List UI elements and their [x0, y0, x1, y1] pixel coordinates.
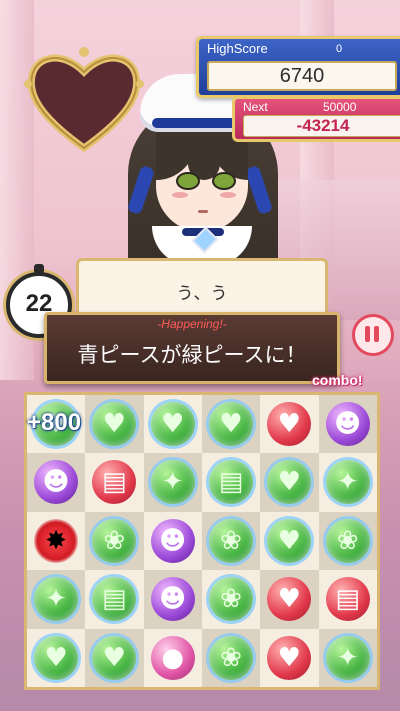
board-cell[interactable]: ☻	[318, 395, 377, 454]
board-cell[interactable]: ❀	[201, 511, 261, 571]
board-cell[interactable]: ♥	[27, 628, 86, 687]
happening-banner: -Happening!- 青ピースが緑ピースに！	[44, 312, 340, 384]
board-cell[interactable]: ✦	[318, 453, 377, 512]
board-cell[interactable]: ▤	[85, 453, 144, 512]
green-book-piece-icon[interactable]: ▤	[92, 577, 137, 622]
board-cell[interactable]: ▤	[318, 570, 377, 629]
green-bow-piece-icon[interactable]: ❀	[208, 577, 253, 622]
happening-message: 青ピースが緑ピースに！	[77, 343, 307, 367]
green-bow-piece-icon[interactable]: ❀	[92, 518, 137, 563]
purple-devil-piece-icon[interactable]: ☻	[150, 577, 195, 622]
board-cell[interactable]: ☻	[143, 570, 202, 629]
green-heart-piece-icon[interactable]: ♥	[92, 635, 137, 680]
board-cell[interactable]: ♥	[260, 453, 319, 512]
board-cell[interactable]: ❀	[85, 511, 144, 571]
board-cell[interactable]: ☻	[143, 511, 202, 571]
red-heart-piece-icon[interactable]: ♥	[267, 635, 312, 680]
character-eye	[176, 172, 200, 190]
current-score: 6740	[207, 61, 397, 91]
next-label: Next	[243, 100, 268, 114]
pink-bomb-piece-icon[interactable]: ●	[150, 635, 195, 680]
board-cell[interactable]: ♥	[260, 570, 319, 629]
green-heart-broken-piece-icon[interactable]: ♥	[150, 402, 195, 446]
board-cell[interactable]: ♥	[201, 395, 261, 454]
green-heart-piece-icon[interactable]: ♥	[34, 635, 78, 680]
board-cell[interactable]: ▤	[201, 453, 261, 512]
red-burst-piece-icon[interactable]: ✸	[34, 518, 78, 563]
red-heart-piece-icon[interactable]: ♥	[267, 577, 312, 622]
dialog-text: う、う	[176, 284, 228, 304]
red-heart-piece-icon[interactable]: ♥	[267, 402, 312, 446]
character-blush	[220, 192, 236, 198]
board-cell[interactable]: ●	[143, 628, 202, 687]
character-mouth	[198, 210, 208, 213]
board-cell[interactable]: ♥	[85, 395, 144, 454]
happening-title: -Happening!-	[157, 317, 227, 331]
green-star-piece-icon[interactable]: ✦	[150, 460, 195, 505]
green-book-piece-icon[interactable]: ▤	[208, 460, 253, 505]
green-bow-piece-icon[interactable]: ❀	[208, 635, 253, 680]
combo-label: combo!	[312, 372, 363, 388]
next-remaining-value: -43214	[243, 115, 400, 137]
board-cell[interactable]: ❀	[201, 628, 261, 687]
next-target-value: 50000	[323, 100, 357, 114]
board-cell[interactable]: ✦	[143, 453, 202, 512]
board-cell[interactable]: ✦	[318, 628, 377, 687]
green-star-piece-icon[interactable]: ✦	[34, 577, 78, 622]
green-bow-piece-icon[interactable]: ❀	[208, 518, 253, 563]
green-heart-broken-piece-icon[interactable]: ♥	[208, 402, 253, 446]
red-book-piece-icon[interactable]: ▤	[325, 577, 370, 622]
board-cell[interactable]: ♥	[85, 628, 144, 687]
heart-frame-icon	[24, 47, 144, 153]
highscore-best-value: 0	[335, 43, 343, 55]
green-heart-piece-icon[interactable]: ♥	[92, 402, 137, 446]
board-cell[interactable]: ♥	[260, 511, 319, 571]
red-book-piece-icon[interactable]: ▤	[92, 460, 137, 505]
green-bow-piece-icon[interactable]: ❀	[325, 518, 370, 563]
pause-button[interactable]	[352, 314, 394, 356]
board-cell[interactable]: ✸	[27, 511, 86, 571]
score-popup: +800	[27, 409, 82, 436]
character-eye	[212, 172, 236, 190]
green-star-broken-piece-icon[interactable]: ✦	[325, 460, 370, 505]
purple-devil-piece-icon[interactable]: ☻	[325, 402, 370, 446]
board-cell[interactable]: ▤	[85, 570, 144, 629]
board-cell[interactable]: ☻	[27, 453, 86, 512]
highscore-panel: HighScore 0 6740	[196, 36, 400, 98]
next-score-panel: Next 50000 -43214	[232, 96, 400, 142]
board-cell[interactable]: ❀	[201, 570, 261, 629]
clock-knob-icon	[34, 264, 44, 274]
green-heart-piece-icon[interactable]: ♥	[267, 460, 312, 505]
puzzle-board: ♥ ♥ ♥ ♥ ♥ ☻ ☻ ▤ ✦ ▤ ♥ ✦ ✸ ❀ ☻ ❀ ♥ ❀ ✦ ▤ ☻ ❀ ♥ ▤ ♥ ♥ ● ❀ ♥ ✦ +800	[24, 392, 380, 690]
board-cell[interactable]: ♥	[260, 628, 319, 687]
board-cell[interactable]: ♥	[143, 395, 202, 454]
highscore-label: HighScore	[207, 41, 268, 56]
board-cell[interactable]: ✦	[27, 570, 86, 629]
board-cell[interactable]: ♥	[260, 395, 319, 454]
green-star-piece-icon[interactable]: ✦	[325, 635, 370, 680]
character-blush	[172, 192, 188, 198]
purple-devil-piece-icon[interactable]: ☻	[34, 460, 78, 505]
puzzle-grid: ♥ ♥ ♥ ♥ ♥ ☻ ☻ ▤ ✦ ▤ ♥ ✦ ✸ ❀ ☻ ❀ ♥ ❀ ✦ ▤ ☻ ❀ ♥ ▤ ♥ ♥ ● ❀ ♥ ✦	[27, 395, 377, 687]
purple-devil-piece-icon[interactable]: ☻	[150, 518, 195, 563]
board-cell[interactable]: ❀	[318, 511, 377, 571]
green-heart-piece-icon[interactable]: ♥	[267, 518, 312, 563]
